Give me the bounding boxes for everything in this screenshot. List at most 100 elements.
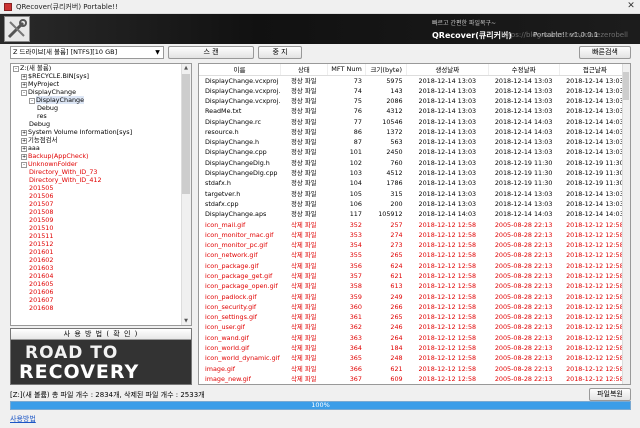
column-header[interactable]: 이름 [199,64,281,76]
file-row[interactable]: stdafx.cpp 정상 파일 106 200 2018-12-14 13:03 201… [199,199,630,209]
column-header[interactable]: 수정날짜 [488,64,560,76]
file-cell: DisplayChange.h [205,138,260,147]
tree-node[interactable]: - Z:(새 볼륨) [11,64,183,72]
progress-bar: 100% [10,401,631,410]
scroll-down-icon[interactable]: ▼ [182,317,190,325]
banner-url[interactable]: https://blog.naver.com/morezerobell [501,31,628,39]
tree-node[interactable]: 201507 [11,200,183,208]
scan-button[interactable]: 스 캔 [168,46,254,59]
tree-node[interactable]: + System Volume Information[sys] [11,128,183,136]
file-list[interactable]: 이름 상태 MFT Num 크기(byte) 생성날짜 수정날짜 접근날짜 DisplayC… [198,63,631,385]
folder-tree[interactable]: - Z:(새 볼륨) + $RECYCLE.BIN[sys] + MyProject - Di… [10,63,192,326]
file-row[interactable]: DisplayChange.rc 정상 파일 77 10546 2018-12-14 1… [199,116,630,126]
file-cell: 2005-08-28 22:13 [494,220,553,229]
file-row[interactable]: icon_wand.gif 삭제 파일 363 264 2018-12-12 12:58… [199,333,630,343]
file-row[interactable]: icon_network.gif 삭제 파일 355 265 2018-12-12 12… [199,250,630,260]
tree-node[interactable]: 201608 [11,304,183,312]
collapse-icon[interactable]: - [29,98,35,104]
collapse-icon[interactable]: - [13,66,19,72]
tree-node[interactable]: 201509 [11,216,183,224]
tree-node[interactable]: 201607 [11,296,183,304]
tree-node[interactable]: 201510 [11,224,183,232]
stop-button[interactable]: 중 지 [258,46,302,59]
file-row[interactable]: icon_settings.gif 삭제 파일 361 265 2018-12-12 1… [199,312,630,322]
file-row[interactable]: icon_monitor_pc.gif 삭제 파일 354 273 2018-12-12… [199,240,630,250]
column-header[interactable]: 생성날짜 [406,64,489,76]
file-row[interactable]: interface_browser.gif삭제 파일3682492018-12-… [199,384,631,385]
tree-scroll-thumb[interactable] [182,74,190,194]
tree-node[interactable]: - DisplayChange [11,96,183,104]
tree-node[interactable]: 201508 [11,208,183,216]
file-cell: 2018-12-19 11:30 [494,169,553,178]
tree-node[interactable]: Debug [11,104,183,112]
tree-node[interactable]: 201605 [11,280,183,288]
howto-button[interactable]: 사 용 방 법 ( 확 인 ) [11,329,191,340]
file-row[interactable]: stdafx.h 정상 파일 104 1786 2018-12-14 13:03 2018… [199,178,630,188]
howto-link[interactable]: 사용방법 [10,414,36,424]
tree-node[interactable]: 201602 [11,256,183,264]
tree-node[interactable]: + MyProject [11,80,183,88]
file-row[interactable]: targetver.h 정상 파일 105 315 2018-12-14 13:03 20… [199,188,630,198]
file-row[interactable]: icon_package_open.gif 삭제 파일 358 613 2018-12-… [199,281,630,291]
tree-node[interactable]: 201512 [11,240,183,248]
column-header[interactable]: 접근날짜 [559,64,630,76]
file-row[interactable]: ReadMe.txt 정상 파일 76 4312 2018-12-14 13:03 201… [199,106,630,116]
file-row[interactable]: DisplayChange.vcxproj.... 정상 파일 75 2086 2018… [199,96,630,106]
file-cell: 2018-12-14 13:03 [566,76,624,85]
file-row[interactable]: DisplayChange.cpp 정상 파일 101 2450 2018-12-14 … [199,147,630,157]
file-cell: DisplayChangeDlg.h [205,158,270,167]
file-row[interactable]: icon_mail.gif 삭제 파일 352 257 2018-12-12 12:58… [199,219,630,229]
file-row[interactable]: resource.h 정상 파일 86 1372 2018-12-14 13:03 201… [199,127,630,137]
tree-node[interactable]: 201604 [11,272,183,280]
tree-scrollbar[interactable]: ▲ ▼ [181,64,191,325]
tree-node[interactable]: Directory_With_ID_412 [11,176,183,184]
column-header[interactable]: MFT Num [327,64,367,76]
tree-node-label: 201601 [29,248,54,256]
file-row[interactable]: icon_package.gif 삭제 파일 356 624 2018-12-12 12… [199,261,630,271]
file-row[interactable]: icon_world.gif 삭제 파일 364 184 2018-12-12 12:5… [199,343,630,353]
drive-select[interactable]: Z 드라이브[새 볼륨] [NTFS][10 GB] ▼ [10,46,164,59]
chevron-down-icon[interactable]: ▼ [153,48,162,57]
file-list-scrollbar[interactable] [622,64,630,384]
file-row[interactable]: icon_security.gif 삭제 파일 360 266 2018-12-12 1… [199,302,630,312]
tree-node[interactable]: + Backup(AppCheck) [11,152,183,160]
file-row[interactable]: DisplayChangeDlg.cpp 정상 파일 103 4512 2018-12-… [199,168,630,178]
column-header[interactable]: 상태 [280,64,328,76]
file-row[interactable]: DisplayChange.vcxproj 정상 파일 73 5975 2018-12-… [199,75,630,86]
tree-node-label: 201606 [29,288,54,296]
tree-node[interactable]: + aaa [11,144,183,152]
tree-node[interactable]: 201506 [11,192,183,200]
restore-button[interactable]: 파일복원 [589,388,631,401]
scroll-up-icon[interactable]: ▲ [182,64,190,72]
file-row[interactable]: image.gif 삭제 파일 366 621 2018-12-12 12:58 2005… [199,364,630,374]
tree-node[interactable]: + 기능점검서 [11,136,183,144]
file-row[interactable]: icon_monitor_mac.gif 삭제 파일 353 274 2018-12-1… [199,230,630,240]
file-cell: 184 [390,344,403,353]
collapse-icon[interactable]: - [21,162,27,168]
file-row[interactable]: DisplayChange.vcxproj.... 정상 파일 74 143 2018-… [199,86,630,96]
file-row[interactable]: DisplayChange.aps 정상 파일 117 105912 2018-12-1… [199,209,630,219]
tree-node[interactable]: - UnknownFolder [11,160,183,168]
tree-node[interactable]: 201601 [11,248,183,256]
tree-node[interactable]: 201511 [11,232,183,240]
file-row[interactable]: image_new.gif 삭제 파일 367 609 2018-12-12 12:58… [199,374,630,384]
tree-node[interactable]: 201603 [11,264,183,272]
file-row[interactable]: icon_user.gif 삭제 파일 362 246 2018-12-12 12:58… [199,322,630,332]
tree-node[interactable]: 201606 [11,288,183,296]
file-row[interactable]: DisplayChangeDlg.h 정상 파일 102 760 2018-12-14 … [199,158,630,168]
file-row[interactable]: icon_world_dynamic.gif 삭제 파일 365 248 2018-12… [199,353,630,363]
file-row[interactable]: DisplayChange.h 정상 파일 87 563 2018-12-14 13:0… [199,137,630,147]
tree-node[interactable]: + $RECYCLE.BIN[sys] [11,72,183,80]
tree-node[interactable]: - DisplayChange [11,88,183,96]
collapse-icon[interactable]: - [21,90,27,96]
tree-node[interactable]: res [11,112,183,120]
file-row[interactable]: icon_package_get.gif 삭제 파일 357 621 2018-12-1… [199,271,630,281]
file-list-scroll-thumb[interactable] [623,72,629,100]
tree-node[interactable]: Debug [11,120,183,128]
tree-node[interactable]: Directory_With_ID_73 [11,168,183,176]
quick-search-button[interactable]: 빠른검색 [579,46,631,59]
close-icon[interactable]: ✕ [625,1,637,12]
column-header[interactable]: 크기(byte) [365,64,408,76]
file-row[interactable]: icon_padlock.gif 삭제 파일 359 249 2018-12-12 12… [199,291,630,301]
tree-node[interactable]: 201505 [11,184,183,192]
